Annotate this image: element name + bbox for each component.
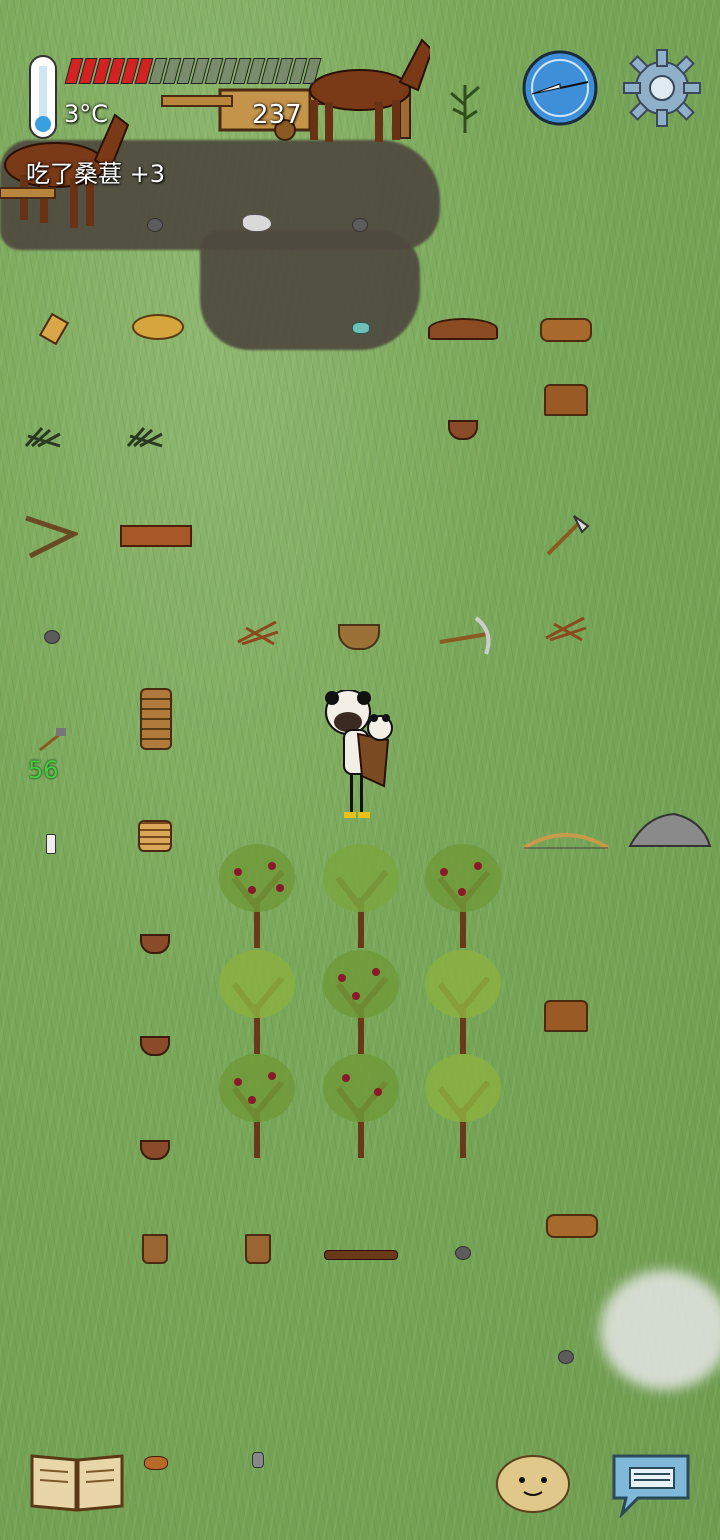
water-bucket[interactable]: [245, 1234, 271, 1264]
bowl-of-berries[interactable]: [140, 1140, 170, 1160]
fallen-branch[interactable]: [324, 1250, 398, 1260]
log[interactable]: [540, 318, 592, 342]
turquoise-stone[interactable]: [352, 322, 370, 334]
round-stone[interactable]: [147, 218, 163, 232]
health-bar: [64, 58, 322, 84]
basket-stack[interactable]: [138, 820, 172, 852]
round-stone[interactable]: [352, 218, 368, 232]
fog-cloud: [600, 1270, 720, 1390]
axe[interactable]: [544, 514, 590, 556]
mulberry-bush[interactable]: [212, 1048, 302, 1160]
small-item[interactable]: [252, 1452, 264, 1468]
bowl-of-berries[interactable]: [140, 1036, 170, 1056]
pickaxe[interactable]: [436, 614, 496, 658]
mulberry-bush[interactable]: [316, 1048, 406, 1160]
game-world[interactable]: [0, 0, 720, 1540]
horse-cart[interactable]: [160, 20, 430, 150]
dirt-mound[interactable]: [428, 318, 498, 340]
status-message: 吃了桑葚 +3: [26, 160, 166, 188]
mallet[interactable]: [38, 312, 70, 346]
round-stone[interactable]: [44, 630, 60, 644]
mulberry-bush[interactable]: [316, 838, 406, 950]
temperature-readout: 3°C: [64, 100, 109, 128]
bowl-of-berries[interactable]: [140, 934, 170, 954]
woven-basket[interactable]: [338, 624, 380, 650]
face-icon[interactable]: [494, 1450, 572, 1514]
split-log[interactable]: [546, 1214, 598, 1238]
bow-saw[interactable]: [24, 512, 78, 560]
round-stone[interactable]: [455, 1246, 471, 1260]
kindling[interactable]: [544, 614, 588, 644]
round-stone[interactable]: [558, 1350, 574, 1364]
tree-stump[interactable]: [544, 384, 588, 416]
mulberry-bush[interactable]: [316, 944, 406, 1056]
tree-stump[interactable]: [544, 1000, 588, 1032]
mulberry-bush[interactable]: [212, 944, 302, 1056]
mulberry-bush[interactable]: [418, 1048, 508, 1160]
mud-patch: [200, 230, 420, 350]
dry-bush[interactable]: [24, 424, 64, 450]
straw-hat[interactable]: [132, 314, 184, 340]
water-bucket[interactable]: [142, 1234, 168, 1264]
clay-bowl[interactable]: [448, 420, 478, 440]
small-bottle[interactable]: [46, 834, 56, 854]
mulberry-bush[interactable]: [418, 944, 508, 1056]
hunting-bow[interactable]: [520, 828, 612, 858]
small-item[interactable]: [144, 1456, 168, 1470]
keyboard-chat-icon[interactable]: [608, 1448, 694, 1518]
player-character[interactable]: [318, 690, 402, 824]
book-icon[interactable]: [28, 1450, 126, 1514]
item-counter: 237: [252, 100, 302, 130]
thermometer-icon: [29, 55, 57, 139]
big-boulder[interactable]: [626, 810, 714, 850]
mulberry-bush[interactable]: [212, 838, 302, 950]
age-timer: 56: [28, 756, 59, 784]
basket-stack[interactable]: [140, 688, 172, 750]
gear-icon[interactable]: [622, 48, 702, 128]
kindling[interactable]: [236, 618, 280, 646]
dry-bush[interactable]: [126, 424, 166, 450]
mulberry-bush[interactable]: [418, 838, 508, 950]
compass-icon[interactable]: [520, 48, 600, 128]
flint-stone[interactable]: [242, 214, 272, 232]
wild-plant[interactable]: [445, 75, 485, 135]
hammer[interactable]: [38, 728, 68, 752]
wooden-boards[interactable]: [120, 525, 192, 547]
